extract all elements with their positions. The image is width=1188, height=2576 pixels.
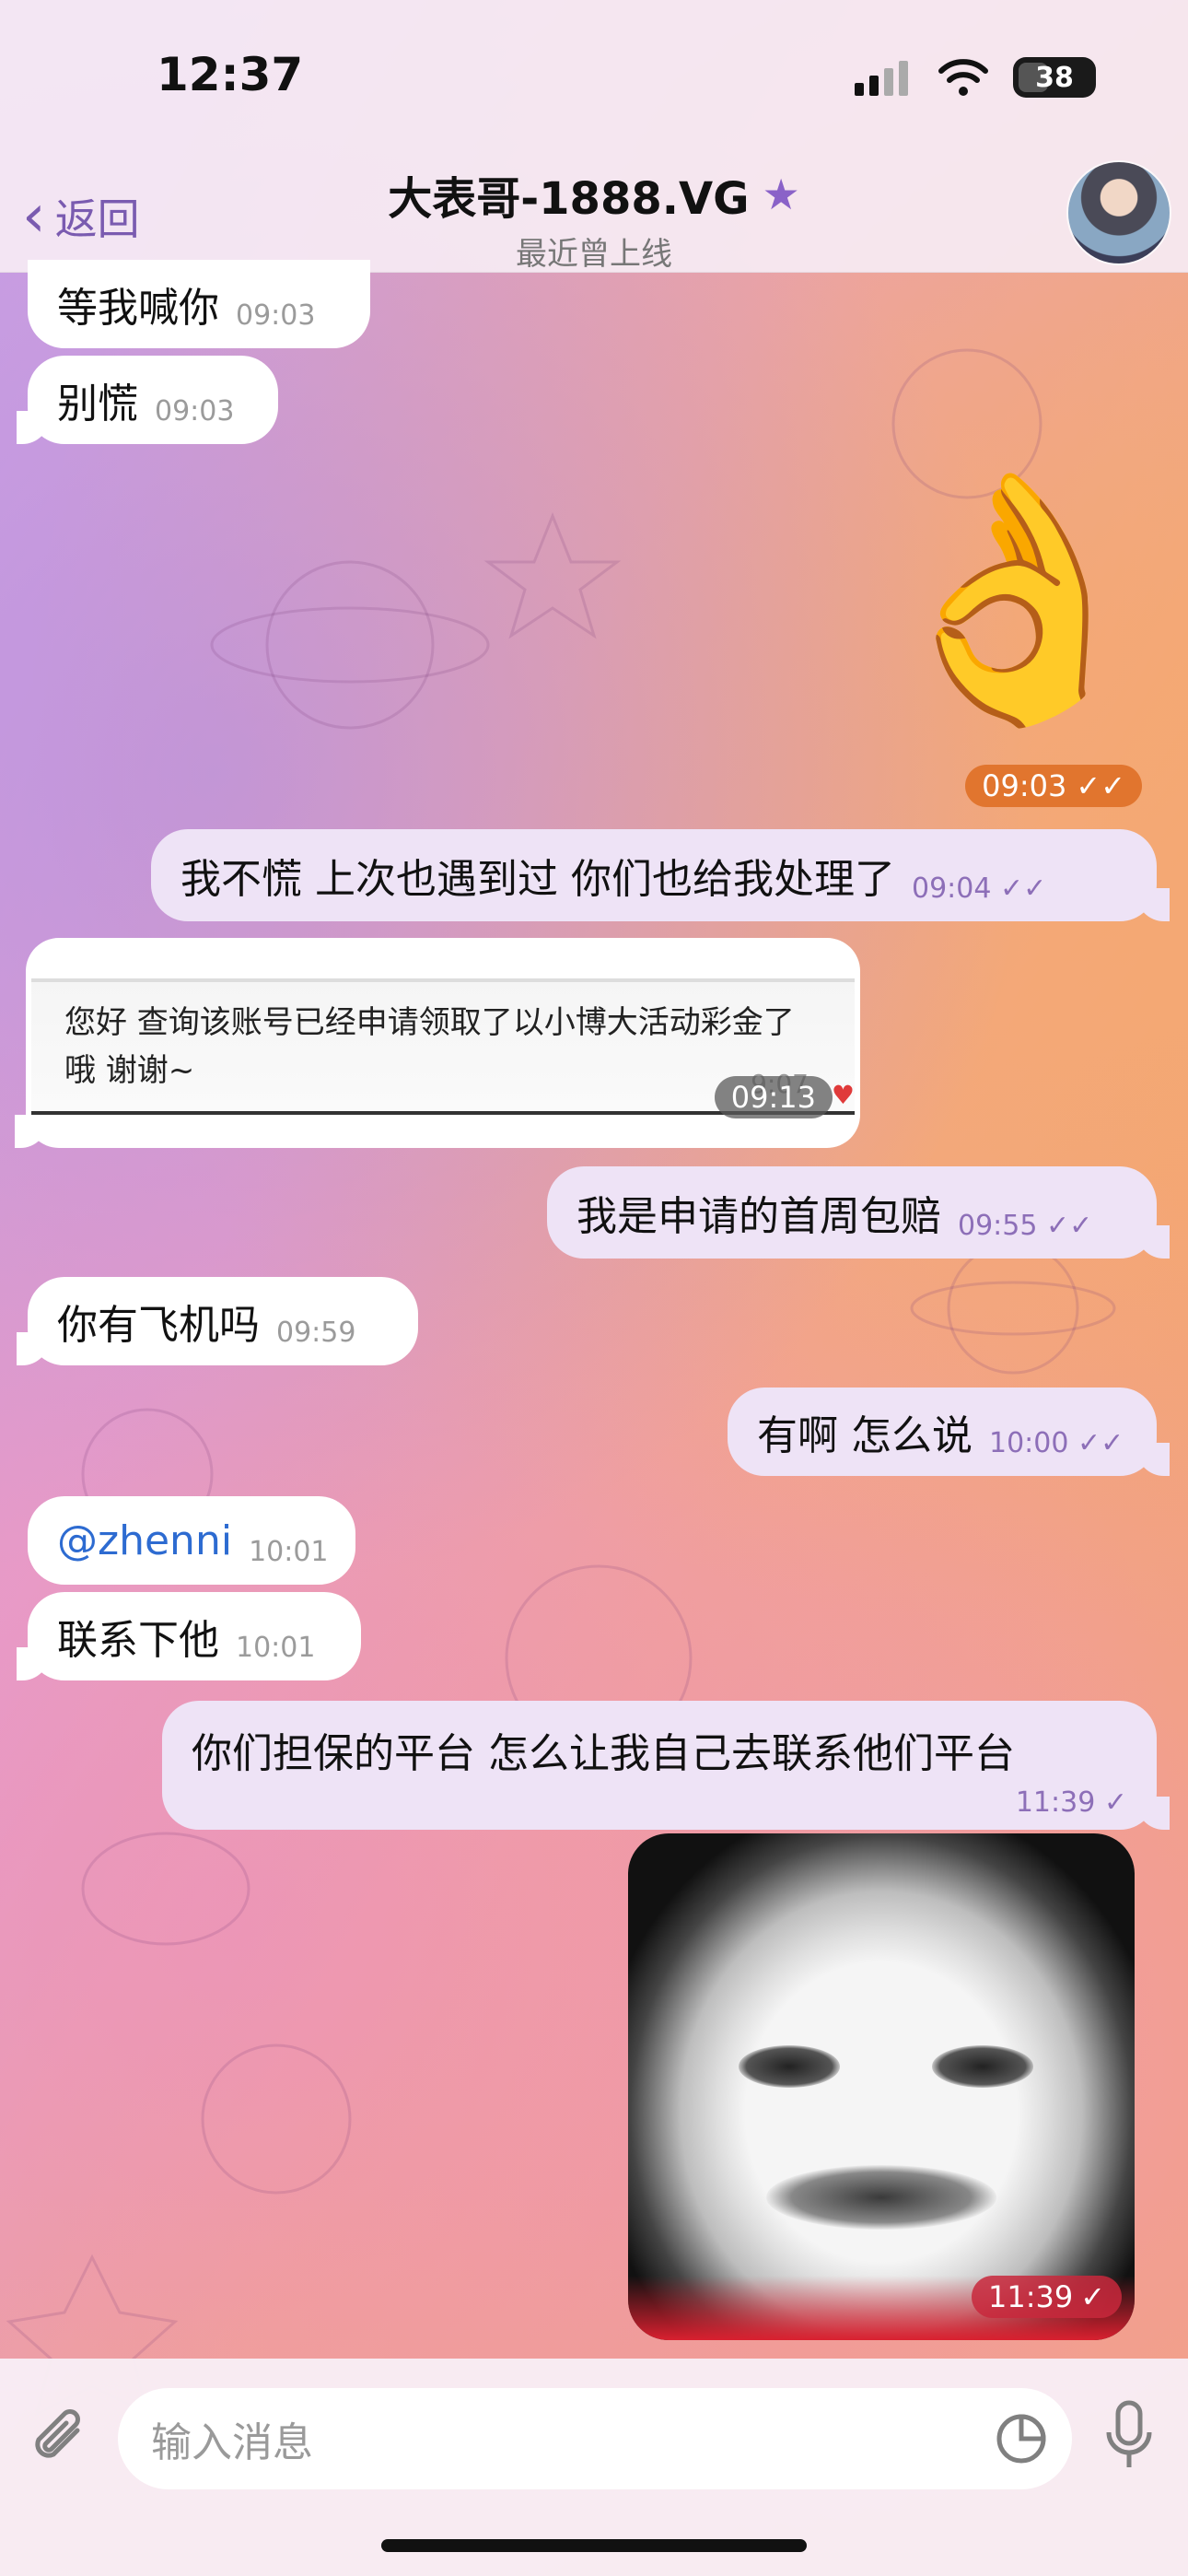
back-button[interactable]: ‹ 返回	[22, 175, 140, 258]
wifi-icon	[938, 59, 988, 96]
message-time: 10:01	[249, 1536, 329, 1568]
chat-title-area[interactable]: 大表哥-1888.VG ★ 最近曾上线	[276, 157, 912, 273]
message-text: 你有飞机吗	[57, 1302, 260, 1349]
message-time: 11:39 ✓	[971, 2276, 1122, 2318]
battery-icon: 38	[1013, 57, 1096, 98]
message-time: 09:03	[236, 299, 316, 332]
sticker-time: 09:03 ✓✓	[965, 765, 1142, 807]
message-time-value: 09:04	[911, 872, 992, 905]
message-time-value: 11:39	[987, 2279, 1074, 2314]
signal-icon	[855, 61, 908, 96]
message-text: 等我喊你	[57, 285, 219, 332]
paperclip-icon[interactable]	[31, 2405, 90, 2484]
chat-title: 大表哥-1888.VG ★	[388, 162, 800, 227]
home-indicator	[381, 2539, 807, 2552]
sticker-icon[interactable]	[995, 2412, 1048, 2465]
double-check-icon: ✓✓	[1000, 872, 1047, 905]
message-text: 我不慌 上次也遇到过 你们也给我处理了	[181, 856, 895, 903]
status-icons: 38	[855, 57, 1096, 98]
meme-eye	[932, 2045, 1033, 2088]
microphone-icon[interactable]	[1101, 2399, 1157, 2473]
message-text: 有啊 怎么说	[757, 1412, 973, 1459]
check-icon: ✓	[1080, 2279, 1105, 2314]
meme-eye	[739, 2045, 840, 2088]
double-check-icon: ✓✓	[1077, 1427, 1124, 1459]
message-bubble[interactable]: 有啊 怎么说 10:00 ✓✓	[728, 1388, 1157, 1476]
message-bubble[interactable]: 别慌 09:03	[28, 356, 278, 444]
chat-header: ‹ 返回 大表哥-1888.VG ★ 最近曾上线	[0, 157, 1188, 273]
star-icon: ★	[762, 170, 800, 219]
chevron-left-icon: ‹	[22, 182, 46, 251]
back-label: 返回	[54, 194, 140, 244]
avatar[interactable]	[1068, 162, 1170, 263]
image-message[interactable]: 11:39 ✓	[628, 1833, 1135, 2340]
message-text: 我是申请的首周包赔	[577, 1193, 941, 1240]
message-time: 09:03	[155, 395, 235, 427]
message-time: 09:55 ✓✓	[958, 1210, 1092, 1242]
message-text: 你们担保的平台 怎么让我自己去联系他们平台	[192, 1729, 1015, 1777]
last-seen-status: 最近曾上线	[516, 236, 672, 273]
double-check-icon: ✓✓	[1076, 768, 1125, 803]
mention-link[interactable]: @zhenni	[57, 1517, 232, 1564]
message-time: 09:04 ✓✓	[912, 872, 1046, 905]
message-input[interactable]: 输入消息	[118, 2388, 1072, 2489]
image-message[interactable]: 您好 查询该账号已经申请领取了以小博大活动彩金了哦 谢谢~ 9:07 ♥ 09:…	[26, 938, 860, 1148]
message-time: 10:01	[236, 1632, 316, 1664]
check-icon: ✓	[1103, 1786, 1127, 1819]
message-time-value: 09:55	[958, 1210, 1038, 1242]
contact-name: 大表哥-1888.VG	[388, 173, 750, 225]
heart-icon: ♥	[831, 1080, 855, 1110]
message-time-value: 10:00	[989, 1427, 1069, 1459]
battery-level: 38	[1035, 61, 1074, 94]
message-bubble[interactable]: 我是申请的首周包赔 09:55 ✓✓	[547, 1166, 1157, 1259]
sticker-message[interactable]: 👌 09:03 ✓✓	[856, 470, 1164, 820]
message-bubble[interactable]: 我不慌 上次也遇到过 你们也给我处理了 09:04 ✓✓	[151, 829, 1157, 921]
ok-hand-icon: 👌	[866, 460, 1164, 738]
message-text: 联系下他	[57, 1617, 219, 1664]
message-bubble[interactable]: @zhenni 10:01	[28, 1496, 355, 1585]
message-time: 09:13	[714, 1076, 833, 1118]
paperclip-svg	[35, 2409, 80, 2458]
message-time: 09:03	[982, 768, 1067, 803]
message-time-value: 11:39	[1015, 1786, 1096, 1819]
message-time: 10:00 ✓✓	[989, 1427, 1124, 1459]
meme-mouth	[766, 2165, 996, 2230]
message-bubble[interactable]: 联系下他 10:01	[28, 1592, 361, 1680]
message-bubble[interactable]: 等我喊你 09:03	[28, 260, 370, 348]
double-check-icon: ✓✓	[1046, 1210, 1093, 1242]
message-bubble[interactable]: 你有飞机吗 09:59	[28, 1277, 418, 1365]
screenshot-text: 您好 查询该账号已经申请领取了以小博大活动彩金了哦 谢谢~	[64, 1004, 795, 1089]
clock: 12:37	[157, 48, 304, 101]
message-time: 11:39 ✓	[1016, 1786, 1127, 1819]
message-text: 别慌	[57, 381, 138, 427]
message-time: 09:59	[276, 1317, 356, 1349]
message-bubble[interactable]: 你们担保的平台 怎么让我自己去联系他们平台 11:39 ✓	[162, 1701, 1157, 1830]
status-bar: 12:37 38	[0, 0, 1188, 157]
